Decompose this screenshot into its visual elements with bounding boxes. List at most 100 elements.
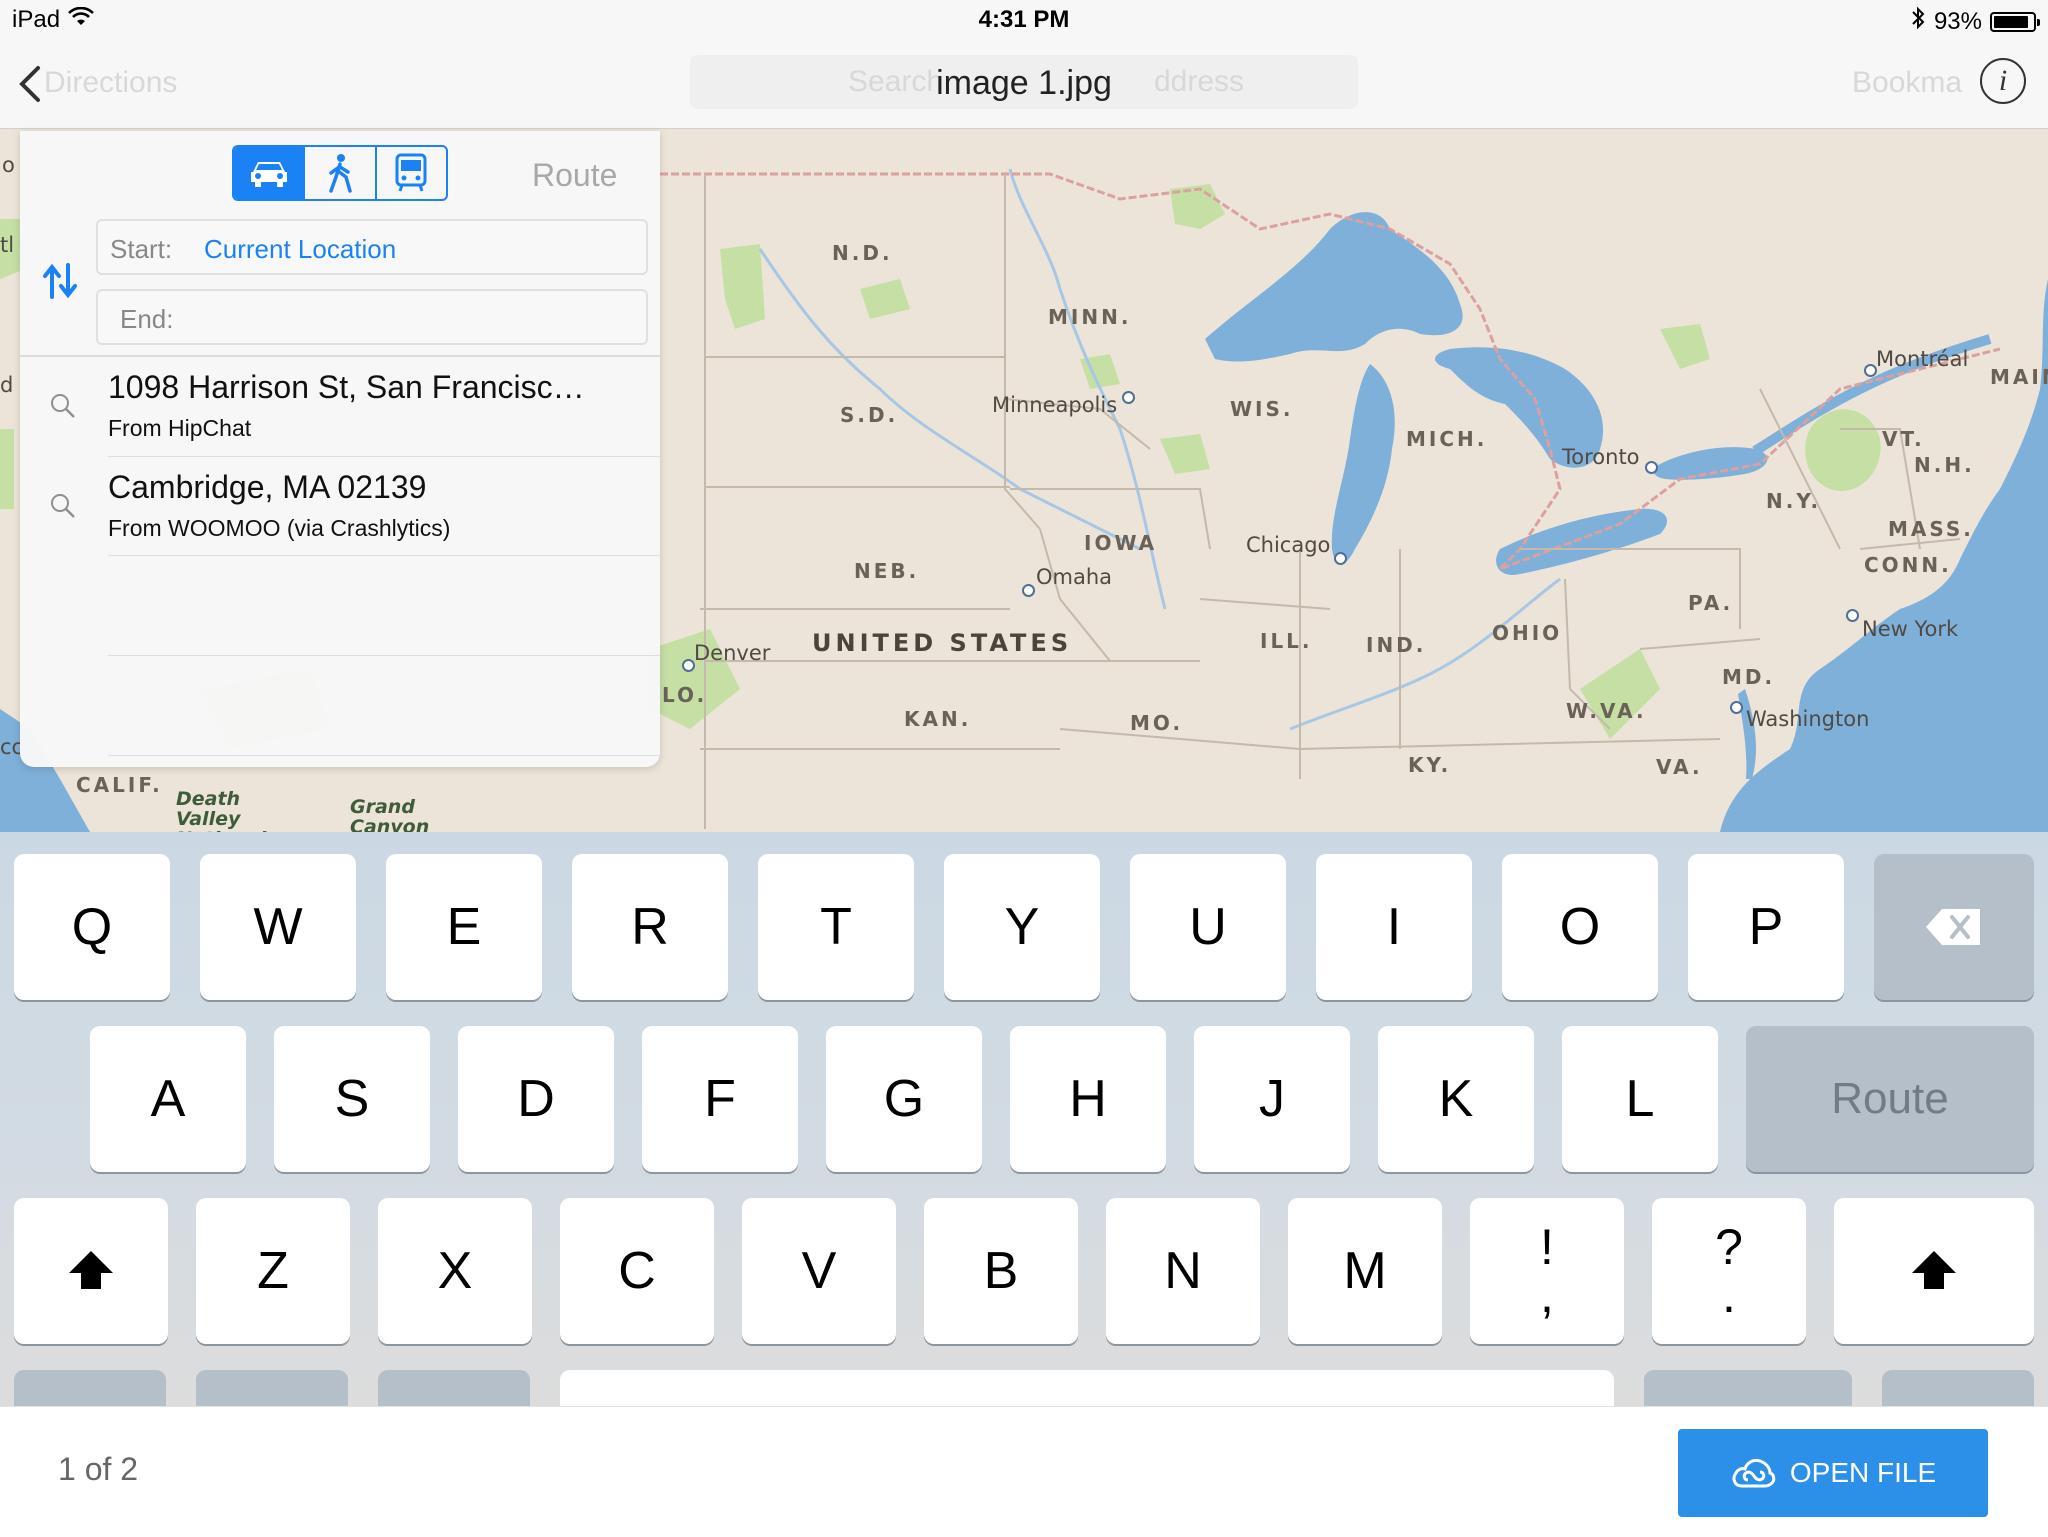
list-separator — [108, 755, 660, 756]
map-label: N.Y. — [1766, 489, 1822, 513]
key-p[interactable]: P — [1688, 854, 1844, 1000]
suggestion-item[interactable]: Cambridge, MA 02139 From WOOMOO (via Cra… — [20, 459, 660, 557]
key-question-period[interactable]: ? . — [1652, 1198, 1806, 1344]
suggestion-source: From WOOMOO (via Crashlytics) — [108, 515, 451, 541]
hide-keyboard-key[interactable] — [1882, 1370, 2034, 1406]
key-y[interactable]: Y — [944, 854, 1100, 1000]
key-f[interactable]: F — [642, 1026, 798, 1172]
key-secondary-char: . — [1722, 1267, 1736, 1323]
key-t[interactable]: T — [758, 854, 914, 1000]
city-label: New York — [1862, 617, 1959, 641]
map-label: W.VA. — [1566, 699, 1647, 723]
swap-icon — [43, 263, 77, 299]
bluetooth-icon — [1910, 6, 1926, 37]
key-c[interactable]: C — [560, 1198, 714, 1344]
key-d[interactable]: D — [458, 1026, 614, 1172]
page-indicator: 1 of 2 — [58, 1451, 139, 1487]
key-a[interactable]: A — [90, 1026, 246, 1172]
info-icon[interactable]: i — [1980, 58, 2026, 104]
suggestion-source: From HipChat — [108, 415, 252, 441]
map-edge-fragment: tl — [0, 233, 15, 257]
key-h[interactable]: H — [1010, 1026, 1166, 1172]
backspace-icon — [1926, 909, 1980, 945]
start-field[interactable]: Start: Current Location — [96, 219, 648, 275]
map-label: ILL. — [1260, 629, 1313, 653]
route-button[interactable]: Route — [532, 157, 617, 194]
map-label: N.D. — [832, 241, 893, 265]
map-label: VT. — [1882, 427, 1925, 451]
key-q[interactable]: Q — [14, 854, 170, 1000]
key-secondary-char: , — [1540, 1267, 1554, 1323]
route-key[interactable]: Route — [1746, 1026, 2034, 1172]
open-file-button[interactable]: OPEN FILE — [1678, 1429, 1988, 1517]
key-i[interactable]: I — [1316, 854, 1472, 1000]
delete-key[interactable] — [1874, 854, 2034, 1000]
city-marker — [1645, 461, 1658, 474]
key-e[interactable]: E — [386, 854, 542, 1000]
city-label: Toronto — [1562, 445, 1640, 469]
shift-key-right[interactable] — [1834, 1198, 2034, 1344]
map-label: KY. — [1408, 753, 1452, 777]
dictation-key[interactable] — [378, 1370, 530, 1406]
city-label: Minneapolis — [992, 393, 1118, 417]
end-field[interactable]: End: — [96, 289, 648, 345]
country-label: UNITED STATES — [812, 629, 1073, 657]
key-u[interactable]: U — [1130, 854, 1286, 1000]
map-label: CONN. — [1864, 553, 1952, 577]
key-z[interactable]: Z — [196, 1198, 350, 1344]
key-l[interactable]: L — [1562, 1026, 1718, 1172]
city-marker — [1846, 609, 1859, 622]
key-n[interactable]: N — [1106, 1198, 1260, 1344]
key-s[interactable]: S — [274, 1026, 430, 1172]
car-icon — [250, 162, 287, 187]
key-b[interactable]: B — [924, 1198, 1078, 1344]
keyboard: Q W E R T Y U I O P A S D F G H J K L Ro… — [0, 832, 2048, 1406]
end-label: End: — [120, 304, 174, 334]
mode-car-button[interactable] — [234, 147, 306, 199]
key-v[interactable]: V — [742, 1198, 896, 1344]
mode-transit-button[interactable] — [377, 147, 446, 199]
numbers-key-right[interactable] — [1644, 1370, 1852, 1406]
globe-key[interactable] — [196, 1370, 348, 1406]
park-label: Grand Canyon National Park — [350, 796, 430, 832]
space-key[interactable] — [560, 1370, 1614, 1406]
city-marker — [1122, 391, 1135, 404]
status-time: 4:31 PM — [978, 6, 1070, 33]
search-icon — [50, 493, 76, 524]
shift-key-left[interactable] — [14, 1198, 168, 1344]
battery-percent: 93% — [1933, 7, 1982, 35]
directions-panel: Route Start: Current Location End: 1098 … — [20, 131, 660, 767]
map-label: NEB. — [854, 559, 920, 583]
swap-directions-button[interactable] — [42, 261, 78, 306]
numbers-key[interactable] — [14, 1370, 166, 1406]
city-label: Washington — [1746, 707, 1870, 731]
document-title: image 1.jpg — [936, 64, 1112, 102]
map-label: OHIO — [1492, 621, 1563, 645]
transport-mode-selector[interactable] — [232, 145, 448, 201]
key-m[interactable]: M — [1288, 1198, 1442, 1344]
key-j[interactable]: J — [1194, 1026, 1350, 1172]
map-edge-fragment: o — [2, 153, 15, 177]
suggestion-item[interactable]: 1098 Harrison St, San Francisc… From Hip… — [20, 359, 660, 457]
search-icon — [50, 393, 76, 424]
key-w[interactable]: W — [200, 854, 356, 1000]
map-label: IOWA — [1084, 531, 1158, 555]
map-label: MASS. — [1888, 517, 1974, 541]
key-primary-char: ! — [1540, 1219, 1554, 1275]
key-g[interactable]: G — [826, 1026, 982, 1172]
map-label: MICH. — [1406, 427, 1488, 451]
key-x[interactable]: X — [378, 1198, 532, 1344]
key-r[interactable]: R — [572, 854, 728, 1000]
key-o[interactable]: O — [1502, 854, 1658, 1000]
walking-icon — [329, 154, 352, 193]
map-label: MO. — [1130, 711, 1184, 735]
key-exclamation-comma[interactable]: ! , — [1470, 1198, 1624, 1344]
mode-walk-button[interactable] — [305, 147, 377, 199]
list-separator — [108, 456, 660, 457]
key-k[interactable]: K — [1378, 1026, 1534, 1172]
map-label: CALIF. — [76, 773, 163, 797]
map-label: S.D. — [840, 403, 899, 427]
map-label: IND. — [1366, 633, 1427, 657]
panel-divider — [20, 355, 660, 357]
map-label: WIS. — [1230, 397, 1294, 421]
